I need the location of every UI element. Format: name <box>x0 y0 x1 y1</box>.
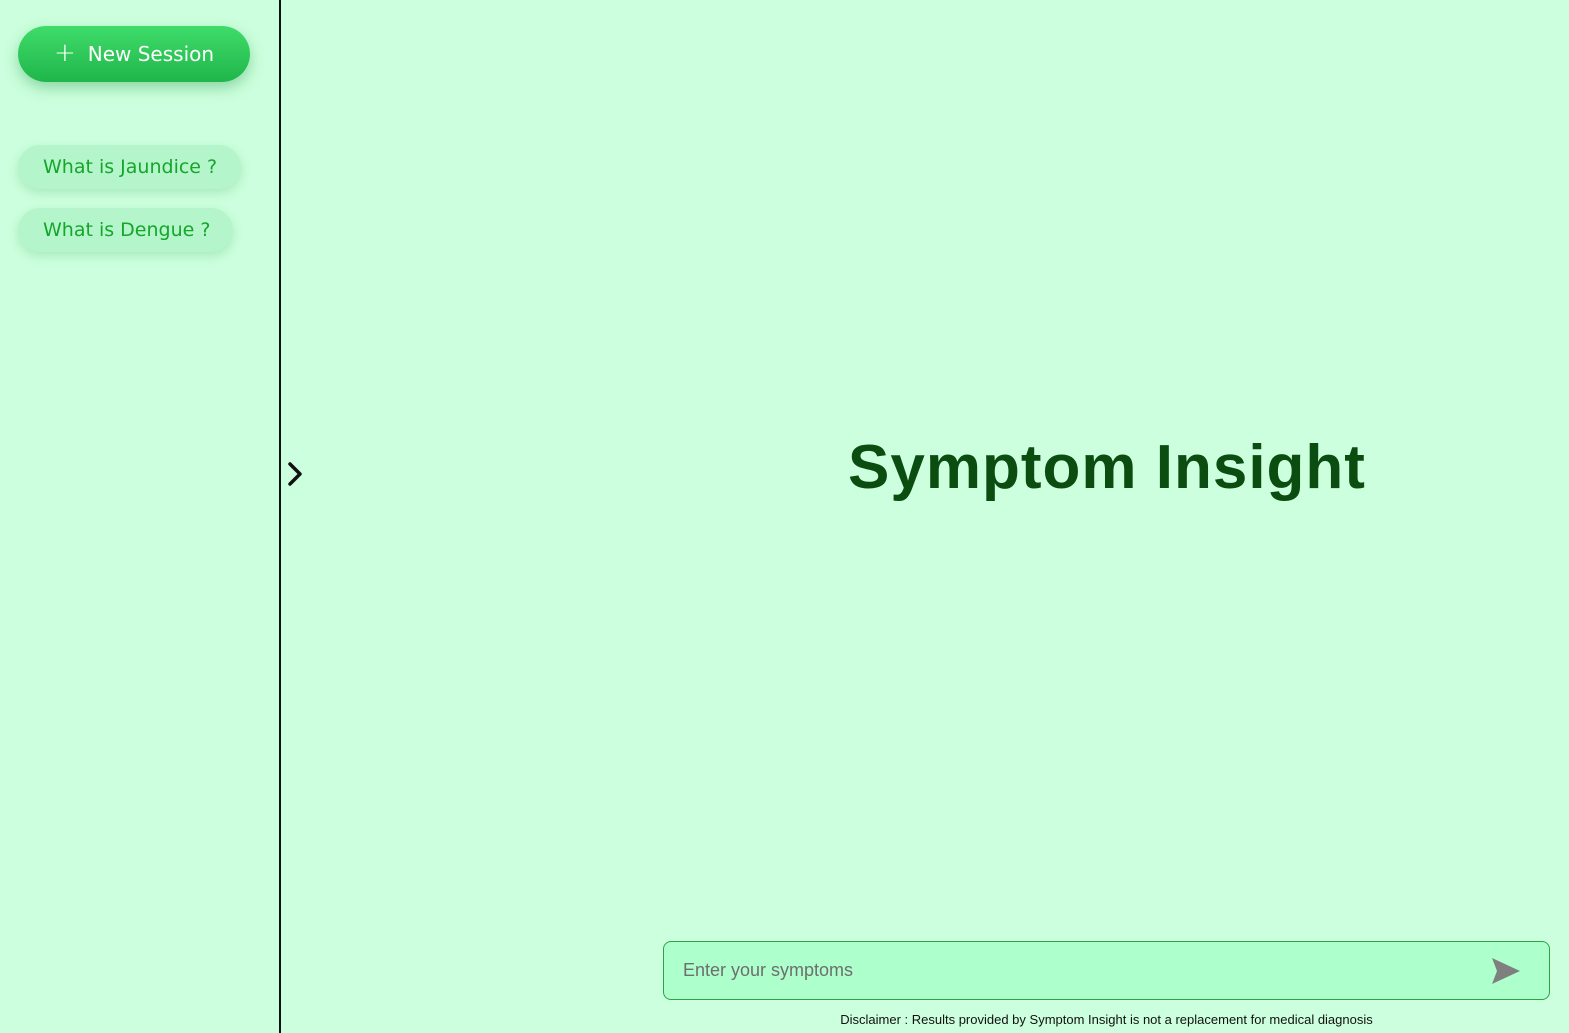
send-icon <box>1492 957 1520 984</box>
sidebar: + New Session What is Jaundice ? What is… <box>0 0 281 1033</box>
new-session-button[interactable]: + New Session <box>18 26 250 82</box>
new-session-label: New Session <box>87 42 215 66</box>
sidebar-toggle-button[interactable] <box>285 459 307 489</box>
page-title: Symptom Insight <box>848 433 1366 502</box>
history-item-label: What is Dengue ? <box>43 219 211 241</box>
symptom-input-bar <box>663 941 1550 1000</box>
history-item-label: What is Jaundice ? <box>43 156 218 178</box>
plus-icon: + <box>53 38 76 68</box>
disclaimer-text: Disclaimer : Results provided by Symptom… <box>840 1012 1373 1027</box>
history-item-dengue[interactable]: What is Dengue ? <box>18 208 233 252</box>
symptom-input[interactable] <box>664 942 1481 999</box>
history-item-jaundice[interactable]: What is Jaundice ? <box>18 145 241 189</box>
send-button[interactable] <box>1481 946 1531 996</box>
app-root: + New Session What is Jaundice ? What is… <box>0 0 1569 1033</box>
chevron-right-icon <box>288 462 302 486</box>
